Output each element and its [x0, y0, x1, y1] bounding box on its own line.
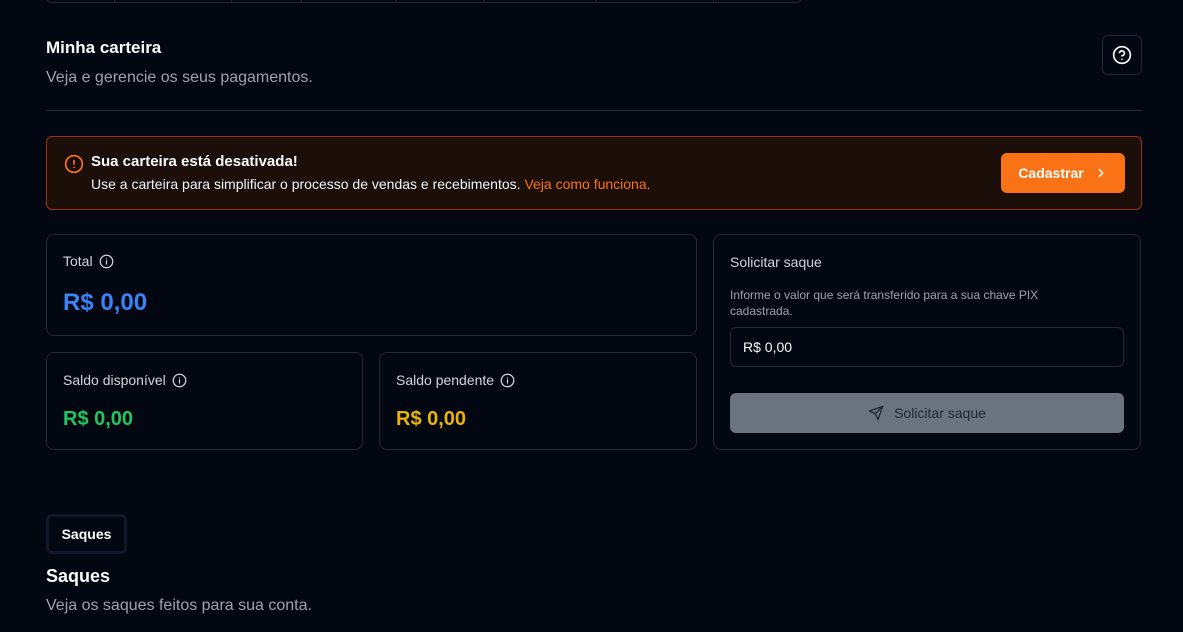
total-label: Total: [63, 253, 93, 269]
page-subtitle: Veja e gerencie os seus pagamentos.: [46, 69, 313, 86]
top-tab-segment[interactable]: [47, 0, 115, 2]
available-value: R$ 0,00: [63, 408, 134, 430]
withdraw-amount-input[interactable]: [730, 327, 1124, 367]
alert-circle-icon: [64, 154, 84, 174]
info-icon[interactable]: [99, 254, 114, 269]
register-button[interactable]: Cadastrar: [1001, 153, 1125, 193]
total-balance-card: Total R$ 0,00: [46, 234, 697, 336]
request-withdraw-button[interactable]: Solicitar saque: [730, 393, 1124, 433]
pending-label-row: Saldo pendente: [396, 372, 515, 388]
chevron-right-icon: [1098, 168, 1104, 178]
withdraw-card: Solicitar saque Informe o valor que será…: [713, 234, 1141, 450]
available-label-row: Saldo disponível: [63, 372, 187, 388]
request-withdraw-label: Solicitar saque: [894, 405, 986, 421]
available-label: Saldo disponível: [63, 372, 166, 388]
withdraw-title: Solicitar saque: [730, 254, 822, 270]
help-button[interactable]: [1102, 35, 1142, 75]
help-circle-icon: [1112, 45, 1132, 65]
info-icon[interactable]: [500, 373, 515, 388]
section-subtitle: Veja os saques feitos para sua conta.: [46, 597, 312, 614]
top-tab-segment[interactable]: [232, 0, 302, 2]
top-tab-segment[interactable]: [397, 0, 485, 2]
total-label-row: Total: [63, 253, 114, 269]
withdraw-description: Informe o valor que será transferido par…: [730, 288, 1039, 318]
alert-message: Use a carteira para simplificar o proces…: [91, 176, 521, 192]
pending-label: Saldo pendente: [396, 372, 495, 388]
page-title: Minha carteira: [46, 38, 162, 57]
total-value: R$ 0,00: [63, 289, 148, 316]
top-tab-segment[interactable]: [115, 0, 232, 2]
pending-balance-card: Saldo pendente R$ 0,00: [379, 352, 697, 450]
pending-value: R$ 0,00: [396, 408, 467, 430]
header-divider: [46, 110, 1142, 111]
top-tab-strip: [46, 0, 802, 3]
available-balance-card: Saldo disponível R$ 0,00: [46, 352, 363, 450]
how-it-works-link[interactable]: Veja como funciona.: [524, 176, 650, 192]
wallet-disabled-alert: Sua carteira está desativada! Use a cart…: [46, 136, 1142, 210]
alert-text: Use a carteira para simplificar o proces…: [91, 176, 651, 192]
top-tab-segment[interactable]: [597, 0, 714, 2]
top-tab-segment[interactable]: [485, 0, 597, 2]
wallet-page: Minha carteira Veja e gerencie os seus p…: [0, 0, 1183, 632]
tab-saques[interactable]: Saques: [46, 514, 127, 554]
info-icon[interactable]: [172, 373, 187, 388]
send-icon: [868, 405, 884, 421]
alert-title: Sua carteira está desativada!: [91, 153, 298, 170]
top-tab-segment[interactable]: [302, 0, 397, 2]
register-button-label: Cadastrar: [1018, 165, 1084, 181]
section-title: Saques: [46, 566, 111, 586]
